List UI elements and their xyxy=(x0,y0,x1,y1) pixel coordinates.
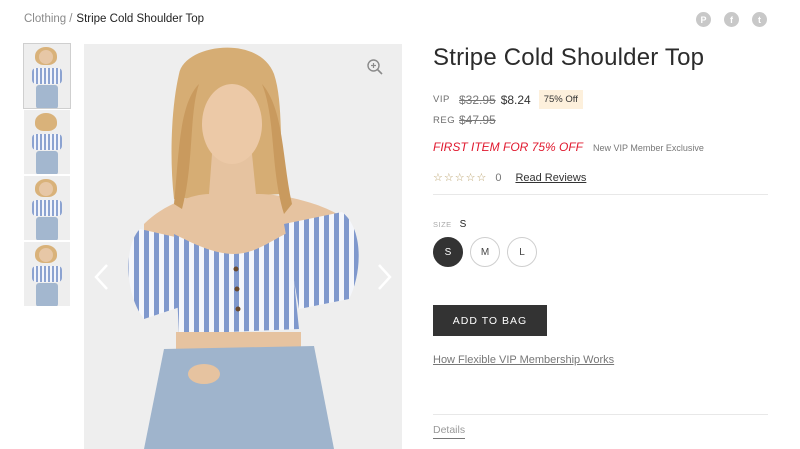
reg-label: REG xyxy=(433,114,456,126)
vip-price: $8.24 xyxy=(500,92,531,107)
size-options: S M L xyxy=(433,237,537,267)
thumbnail-4[interactable] xyxy=(24,242,70,306)
breadcrumb: Clothing / Stripe Cold Shoulder Top xyxy=(24,13,204,25)
thumbnail-face xyxy=(39,248,53,262)
size-option-s[interactable]: S xyxy=(433,237,463,267)
thumbnail-hair xyxy=(35,113,57,131)
thumbnail-2[interactable] xyxy=(24,110,70,174)
thumbnail-jeans xyxy=(36,283,58,306)
thumbnail-top xyxy=(32,134,62,150)
rating-row: ☆☆☆☆☆ 0 Read Reviews xyxy=(433,171,586,185)
breadcrumb-current: Stripe Cold Shoulder Top xyxy=(76,13,205,25)
vip-original-price: $32.95 xyxy=(459,92,496,107)
promo-row: FIRST ITEM FOR 75% OFF New VIP Member Ex… xyxy=(433,140,704,154)
thumbnail-jeans xyxy=(36,85,58,108)
add-to-bag-button[interactable]: ADD TO BAG xyxy=(433,305,547,336)
vip-price-row: VIP $32.95 $8.24 75% Off xyxy=(433,90,583,109)
discount-badge: 75% Off xyxy=(538,90,583,109)
divider xyxy=(433,194,768,195)
thumbnail-face xyxy=(39,182,53,196)
thumbnail-jeans xyxy=(36,151,58,174)
size-option-l[interactable]: L xyxy=(507,237,537,267)
breadcrumb-parent-link[interactable]: Clothing xyxy=(24,13,66,25)
divider xyxy=(433,414,768,415)
vip-label: VIP xyxy=(433,94,450,105)
chevron-left-icon[interactable] xyxy=(92,262,112,292)
pinterest-icon[interactable]: P xyxy=(696,12,711,27)
vip-membership-link[interactable]: How Flexible VIP Membership Works xyxy=(433,354,614,366)
review-count: 0 xyxy=(495,171,502,184)
regular-price: $47.95 xyxy=(459,113,496,127)
product-photo xyxy=(128,47,359,449)
selected-size: S xyxy=(459,219,467,230)
promo-text: FIRST ITEM FOR 75% OFF xyxy=(433,140,584,154)
promo-subtext: New VIP Member Exclusive xyxy=(593,143,704,153)
thumbnail-1[interactable] xyxy=(23,43,71,109)
tab-details[interactable]: Details xyxy=(433,424,466,439)
thumbnail-3[interactable] xyxy=(24,176,70,240)
twitter-icon[interactable]: t xyxy=(752,12,767,27)
facebook-icon[interactable]: f xyxy=(724,12,739,27)
main-product-image[interactable] xyxy=(84,44,402,449)
star-rating-icon: ☆☆☆☆☆ xyxy=(433,172,488,184)
social-share: P f t xyxy=(696,12,767,27)
read-reviews-link[interactable]: Read Reviews xyxy=(515,172,586,184)
size-label: SIZE xyxy=(433,220,452,229)
size-header: SIZE S xyxy=(433,219,466,230)
size-option-m[interactable]: M xyxy=(470,237,500,267)
breadcrumb-separator: / xyxy=(69,13,73,25)
thumbnail-top xyxy=(32,266,62,282)
thumbnail-top xyxy=(32,200,62,216)
regular-price-row: REG $47.95 xyxy=(433,113,501,127)
zoom-icon[interactable] xyxy=(366,58,384,76)
thumbnail-jeans xyxy=(36,217,58,240)
product-title: Stripe Cold Shoulder Top xyxy=(433,44,705,71)
thumbnail-top xyxy=(32,68,62,84)
chevron-right-icon[interactable] xyxy=(374,262,394,292)
thumbnail-face xyxy=(39,50,53,64)
thumbnail-list xyxy=(23,43,71,308)
